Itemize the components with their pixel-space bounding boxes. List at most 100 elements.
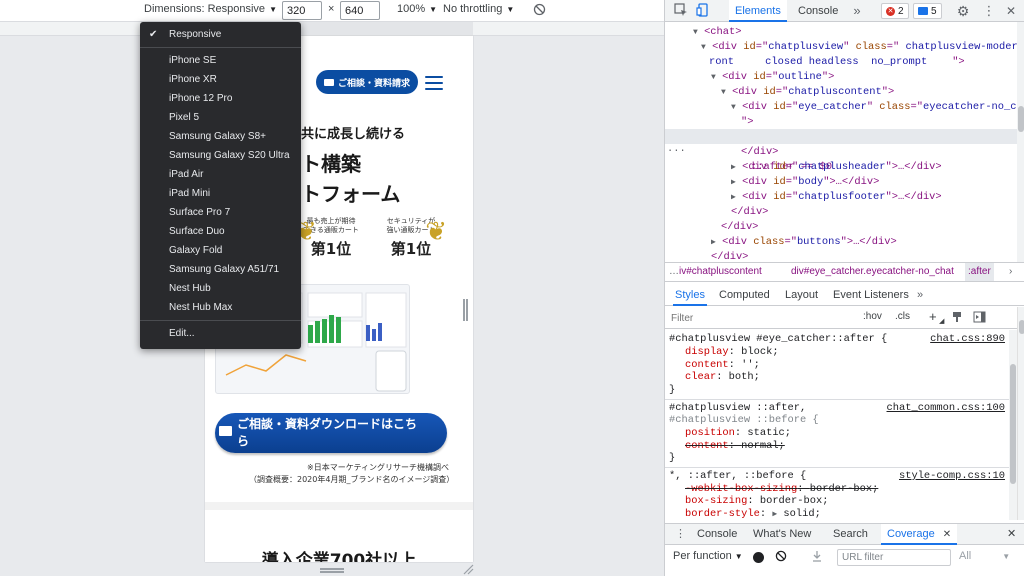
breadcrumb-scroll-left-icon[interactable]: … <box>669 263 679 281</box>
kebab-menu-icon[interactable]: ⋮ <box>981 3 997 19</box>
rule-source-link[interactable]: chat.css:890 <box>930 333 1005 346</box>
rules-scrollbar[interactable] <box>1009 330 1017 520</box>
menu-item-device[interactable]: Samsung Galaxy A51/71 <box>140 260 301 279</box>
dom-node[interactable]: ▶ <div id="body">…</div> <box>731 175 879 190</box>
hamburger-menu-icon[interactable] <box>425 76 443 90</box>
menu-item-responsive[interactable]: Responsive <box>140 25 301 44</box>
rule-source-link[interactable]: chat_common.css:100 <box>887 402 1005 415</box>
dom-node[interactable]: ▶ <div id="chatplusheader">…</div> <box>731 160 942 175</box>
resize-handle-bottom[interactable] <box>320 568 344 573</box>
css-property[interactable]: position: static; <box>685 427 791 440</box>
tab-styles[interactable]: Styles <box>673 284 707 306</box>
dom-node[interactable]: ▶ <div class="buttons">…</div> <box>711 235 897 250</box>
zoom-select[interactable]: 100% ▼ <box>397 3 437 15</box>
hov-toggle[interactable]: :hov <box>863 311 882 322</box>
drawer-menu-kebab-icon[interactable]: ⋮ <box>669 524 692 545</box>
dom-node[interactable]: </div> <box>741 145 778 160</box>
drawer-tab-console[interactable]: Console <box>691 524 743 545</box>
menu-item-device[interactable]: iPad Mini <box>140 184 301 203</box>
menu-item-edit[interactable]: Edit... <box>140 324 301 343</box>
menu-item-device[interactable]: iPhone 12 Pro <box>140 89 301 108</box>
css-property-overridden[interactable]: -webkit-box-sizing: border-box; <box>685 483 878 496</box>
rule-selector[interactable]: #chatplusview ::after, <box>669 402 806 415</box>
errors-counter[interactable]: ✕ 2 <box>881 3 909 19</box>
tab-computed[interactable]: Computed <box>717 284 772 306</box>
url-filter-input[interactable] <box>837 549 951 566</box>
rule-source-link[interactable]: style-comp.css:10 <box>899 470 1005 483</box>
rule-selector[interactable]: #chatplusview #eye_catcher::after { <box>669 333 887 346</box>
cls-toggle[interactable]: .cls <box>895 311 910 322</box>
dom-node[interactable]: ▼ <chat> <box>693 25 741 40</box>
css-property[interactable]: clear: both; <box>685 371 760 384</box>
width-input[interactable] <box>282 1 322 20</box>
drawer-tab-search[interactable]: Search <box>827 524 874 545</box>
css-property[interactable]: box-sizing: border-box; <box>685 495 828 508</box>
menu-item-device[interactable]: Samsung Galaxy S8+ <box>140 127 301 146</box>
resize-handle-right[interactable] <box>463 299 468 321</box>
dom-node[interactable]: ▼ <div id="eye_catcher" class="eyecatche… <box>731 100 1017 115</box>
dom-node[interactable]: ▶ <div id="chatplusfooter">…</div> <box>731 190 942 205</box>
menu-item-device[interactable]: Surface Pro 7 <box>140 203 301 222</box>
download-materials-button[interactable]: ご相談・資料ダウンロードはこち ら <box>215 413 447 453</box>
tab-event-listeners[interactable]: Event Listeners <box>831 284 911 306</box>
close-icon[interactable]: ✕ <box>1003 3 1019 19</box>
breadcrumb-item[interactable]: iv#chatpluscontent <box>679 263 762 281</box>
dom-node[interactable]: ▼ <div id="outline"> <box>711 70 834 85</box>
dom-node-selected[interactable]: ··· ::after == $0 <box>665 129 1017 173</box>
more-tabs-chevron-icon[interactable]: » <box>849 3 865 19</box>
styles-sidebar-scrollbar[interactable] <box>1017 307 1024 520</box>
menu-item-device[interactable]: iPad Air <box>140 165 301 184</box>
menu-item-device[interactable]: Surface Duo <box>140 222 301 241</box>
height-input[interactable] <box>340 1 380 20</box>
menu-item-device[interactable]: Pixel 5 <box>140 108 301 127</box>
css-property[interactable]: border-style: ▶ solid; <box>685 508 821 520</box>
clear-block-icon[interactable] <box>775 550 787 565</box>
dom-tree[interactable]: ▼ <chat> ▼ <div id="chatplusview" class=… <box>665 22 1017 262</box>
breadcrumb-item-selected[interactable]: :after <box>965 263 994 281</box>
dom-node[interactable]: ▼ <div id="chatplusview" class=" chatplu… <box>701 40 1017 55</box>
dom-node[interactable]: ▼ <div id="chatpluscontent"> <box>721 85 894 100</box>
rule-selector-secondary[interactable]: #chatplusview ::before { <box>669 414 819 427</box>
menu-item-device[interactable]: Nest Hub Max <box>140 298 301 317</box>
more-tabs-chevron-icon[interactable]: » <box>915 284 925 306</box>
css-rules-pane[interactable]: #chatplusview #eye_catcher::after { chat… <box>665 330 1009 520</box>
resize-corner-icon[interactable] <box>462 563 474 575</box>
tab-console[interactable]: Console <box>792 0 844 22</box>
dom-node[interactable]: </div> <box>711 250 748 262</box>
dom-node[interactable]: </div> <box>721 220 758 235</box>
dom-node[interactable]: </div> <box>731 205 768 220</box>
breadcrumb-scroll-right-icon[interactable]: › <box>1009 263 1012 281</box>
record-icon[interactable] <box>753 552 764 563</box>
content-type-select[interactable]: All ▼ <box>959 550 1010 562</box>
rotate-button[interactable] <box>533 3 546 16</box>
breadcrumb-item[interactable]: div#eye_catcher.eyecatcher-no_chat <box>791 263 954 281</box>
css-property-overridden[interactable]: content: normal; <box>685 440 785 453</box>
tab-elements[interactable]: Elements <box>729 0 787 22</box>
device-toolbar-toggle-icon[interactable] <box>695 3 711 19</box>
settings-gear-icon[interactable]: ⚙ <box>955 3 971 19</box>
css-property[interactable]: content: ''; <box>685 359 760 372</box>
expand-triangle-icon[interactable]: ▶ <box>772 510 777 519</box>
dom-scrollbar[interactable] <box>1017 22 1024 262</box>
menu-item-device[interactable]: iPhone XR <box>140 70 301 89</box>
styles-filter-input[interactable] <box>671 310 851 326</box>
add-rule-icon[interactable]: + <box>929 309 937 324</box>
drawer-tab-whats-new[interactable]: What's New <box>747 524 817 545</box>
menu-item-device[interactable]: iPhone SE <box>140 51 301 70</box>
drawer-tab-coverage[interactable]: Coverage ✕ <box>881 524 958 545</box>
rule-selector[interactable]: *, ::after, ::before { <box>669 470 806 483</box>
tab-layout[interactable]: Layout <box>783 284 820 306</box>
menu-item-device[interactable]: Samsung Galaxy S20 Ultra <box>140 146 301 165</box>
menu-item-device[interactable]: Galaxy Fold <box>140 241 301 260</box>
close-drawer-icon[interactable]: ✕ <box>1001 524 1022 545</box>
inspect-element-icon[interactable] <box>673 3 689 19</box>
dimensions-select[interactable]: Dimensions: Responsive ▼ <box>144 3 277 15</box>
consult-request-button[interactable]: ご相談・資料請求 <box>316 70 418 94</box>
coverage-type-select[interactable]: Per function ▼ <box>673 550 743 562</box>
toggle-sidebar-icon[interactable] <box>973 311 986 326</box>
menu-item-device[interactable]: Nest Hub <box>140 279 301 298</box>
close-tab-icon[interactable]: ✕ <box>943 529 951 540</box>
paint-brush-icon[interactable] <box>951 311 963 326</box>
throttle-select[interactable]: No throttling ▼ <box>443 3 514 15</box>
export-download-icon[interactable] <box>811 550 823 565</box>
